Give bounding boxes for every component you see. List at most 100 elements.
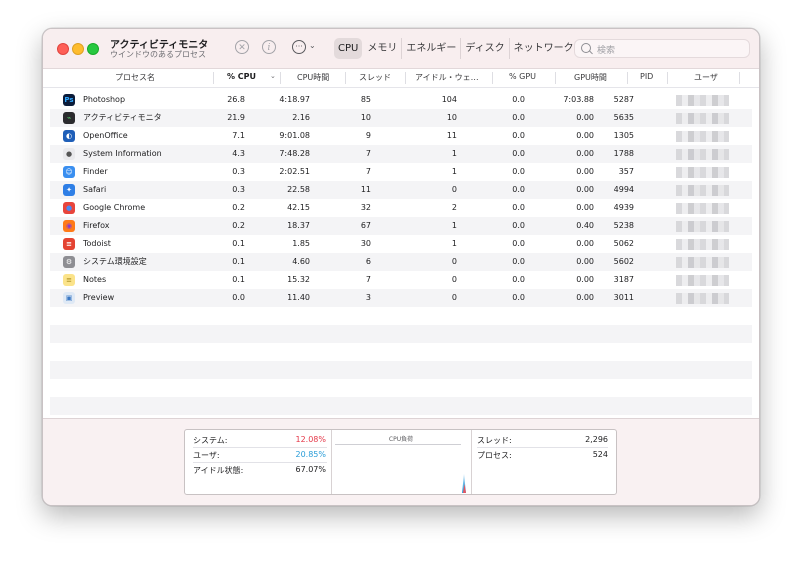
tab-1[interactable]: メモリ xyxy=(363,38,403,59)
empty-row xyxy=(50,307,752,325)
column-divider[interactable] xyxy=(280,72,281,84)
cell-cpu: 0.1 xyxy=(232,275,245,284)
table-row[interactable]: ● Google Chrome 0.2 42.15 32 2 0.0 0.00 4939 xyxy=(50,199,752,217)
process-name: Google Chrome xyxy=(83,203,146,212)
tab-4[interactable]: ネットワーク xyxy=(510,38,578,59)
cell-threads: 7 xyxy=(365,167,371,176)
table-row[interactable]: ≡ Todoist 0.1 1.85 30 1 0.0 0.00 5062 xyxy=(50,235,752,253)
info-icon[interactable]: i xyxy=(262,40,276,54)
openoffice-icon: ◐ xyxy=(63,130,75,142)
tab-2[interactable]: エネルギー xyxy=(402,38,462,59)
cell-cpu: 4.3 xyxy=(232,149,245,158)
column-divider[interactable] xyxy=(627,72,628,84)
tab-0[interactable]: CPU xyxy=(334,38,363,59)
column-header-cpu-time[interactable]: CPU時間 xyxy=(297,72,329,83)
column-divider[interactable] xyxy=(667,72,668,84)
cell-idle-wake: 10 xyxy=(446,113,457,122)
cell-pid: 3011 xyxy=(613,293,634,302)
table-row[interactable]: ☺ Finder 0.3 2:02.51 7 1 0.0 0.00 357 xyxy=(50,163,752,181)
idle-value: 67.07% xyxy=(295,465,326,474)
table-row[interactable]: ✦ Safari 0.3 22.58 11 0 0.0 0.00 4994 xyxy=(50,181,752,199)
cpu-summary-footer: システム: 12.08% ユーザ: 20.85% アイドル状態: 67.07% … xyxy=(43,418,759,505)
column-divider[interactable] xyxy=(492,72,493,84)
stop-process-icon[interactable]: ✕ xyxy=(235,40,249,54)
cell-idle-wake: 11 xyxy=(446,131,457,140)
cell-cpu: 7.1 xyxy=(232,131,245,140)
column-divider[interactable] xyxy=(739,72,740,84)
cell-pid: 5602 xyxy=(613,257,634,266)
table-row[interactable]: ● System Information 4.3 7:48.28 7 1 0.0 0.00 17… xyxy=(50,145,752,163)
cell-pid: 5287 xyxy=(613,95,634,104)
process-name: Finder xyxy=(83,167,108,176)
user-redacted xyxy=(676,131,729,142)
cell-gpu: 0.0 xyxy=(512,203,525,212)
firefox-icon: ◉ xyxy=(63,220,75,232)
cell-pid: 4939 xyxy=(613,203,634,212)
table-row[interactable]: ▣ Preview 0.0 11.40 3 0 0.0 0.00 3011 xyxy=(50,289,752,307)
cpu-load-graph-title: CPU負荷 xyxy=(388,436,414,443)
table-row[interactable]: ≡ Notes 0.1 15.32 7 0 0.0 0.00 3187 xyxy=(50,271,752,289)
cell-cpu: 0.0 xyxy=(232,293,245,302)
cell-idle-wake: 2 xyxy=(451,203,457,212)
column-header-gpu[interactable]: % GPU xyxy=(509,72,536,81)
column-divider[interactable] xyxy=(405,72,406,84)
chevron-down-icon[interactable]: ⌄ xyxy=(309,41,316,50)
process-name: System Information xyxy=(83,149,162,158)
cell-idle-wake: 0 xyxy=(451,275,457,284)
cell-gpu: 0.0 xyxy=(512,275,525,284)
cell-gpu: 0.0 xyxy=(512,113,525,122)
table-row[interactable]: Ps Photoshop 26.8 4:18.97 85 104 0.0 7:03.88 528… xyxy=(50,91,752,109)
cell-threads: 6 xyxy=(365,257,371,266)
tab-3[interactable]: ディスク xyxy=(461,38,510,59)
sort-chevron-icon[interactable]: ⌄ xyxy=(270,72,276,80)
column-header-process-name[interactable]: プロセス名 xyxy=(115,72,155,83)
toolbar: アクティビティモニタ ウインドウのあるプロセス ✕ i ··· ⌄ CPU メモリ… xyxy=(43,29,759,69)
cell-pid: 5238 xyxy=(613,221,634,230)
table-row[interactable]: ◐ OpenOffice 7.1 9:01.08 9 11 0.0 0.00 1305 xyxy=(50,127,752,145)
column-header-user[interactable]: ユーザ xyxy=(694,72,718,83)
column-header-idle-wake[interactable]: アイドル・ウェ… xyxy=(415,72,479,83)
cell-gpu: 0.0 xyxy=(512,149,525,158)
search-input[interactable]: 検索 xyxy=(574,39,750,58)
process-filter-subtitle[interactable]: ウインドウのあるプロセス xyxy=(110,49,206,60)
cell-idle-wake: 104 xyxy=(441,95,457,104)
minimize-window-button[interactable] xyxy=(72,43,84,55)
cell-cpu: 0.1 xyxy=(232,257,245,266)
empty-row xyxy=(50,361,752,379)
cell-gpu: 0.0 xyxy=(512,293,525,302)
safari-icon: ✦ xyxy=(63,184,75,196)
column-divider[interactable] xyxy=(345,72,346,84)
column-header-threads[interactable]: スレッド xyxy=(359,72,391,83)
cell-threads: 30 xyxy=(360,239,371,248)
table-row[interactable]: ◉ Firefox 0.2 18.37 67 1 0.0 0.40 5238 xyxy=(50,217,752,235)
column-header-pid[interactable]: PID xyxy=(640,72,653,81)
process-name: Firefox xyxy=(83,221,110,230)
cell-gpu: 0.0 xyxy=(512,131,525,140)
cell-idle-wake: 1 xyxy=(451,149,457,158)
process-name: OpenOffice xyxy=(83,131,128,140)
cell-cpu: 0.2 xyxy=(232,203,245,212)
process-name: Notes xyxy=(83,275,107,284)
cell-threads: 3 xyxy=(365,293,371,302)
more-options-icon[interactable]: ··· xyxy=(292,40,306,54)
cell-cpu: 0.2 xyxy=(232,221,245,230)
process-table: Ps Photoshop 26.8 4:18.97 85 104 0.0 7:03.88 528… xyxy=(50,91,752,451)
column-header-gpu-time[interactable]: GPU時間 xyxy=(574,72,607,83)
column-divider[interactable] xyxy=(213,72,214,84)
cell-cpu-time: 9:01.08 xyxy=(279,131,310,140)
column-header-cpu[interactable]: % CPU xyxy=(227,72,256,81)
column-divider[interactable] xyxy=(555,72,556,84)
process-name: システム環境設定 xyxy=(83,257,147,266)
table-row[interactable]: ⚙ システム環境設定 0.1 4.60 6 0 0.0 0.00 5602 xyxy=(50,253,752,271)
close-window-button[interactable] xyxy=(57,43,69,55)
cell-cpu: 0.1 xyxy=(232,239,245,248)
divider xyxy=(477,447,608,448)
cpu-summary-panel: システム: 12.08% ユーザ: 20.85% アイドル状態: 67.07% … xyxy=(184,429,617,495)
cell-threads: 85 xyxy=(360,95,371,104)
category-tabs: CPU メモリ エネルギー ディスク ネットワーク xyxy=(334,38,578,59)
table-row[interactable]: ⌁ アクティビティモニタ 21.9 2.16 10 10 0.0 0.00 5635 xyxy=(50,109,752,127)
search-placeholder: 検索 xyxy=(597,46,616,56)
zoom-window-button[interactable] xyxy=(87,43,99,55)
threads-label: スレッド: xyxy=(477,436,512,445)
process-name: Photoshop xyxy=(83,95,126,104)
